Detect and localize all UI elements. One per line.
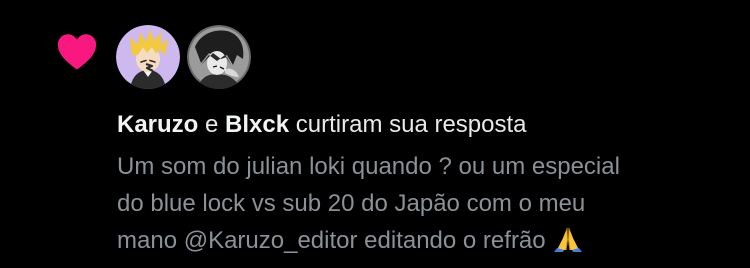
folded-hands-emoji [554, 227, 583, 252]
user-name-blxck[interactable]: Blxck [225, 111, 289, 138]
conjunction: e [205, 111, 219, 138]
reply-text: Um som do julian loki quando ? ou um esp… [117, 153, 620, 254]
karuzo-avatar[interactable] [116, 25, 180, 89]
heart-icon [57, 34, 97, 70]
action-text: curtiram sua resposta [295, 111, 527, 138]
user-name-karuzo[interactable]: Karuzo [117, 111, 198, 138]
notification-summary: Karuzo e Blxck curtiram sua resposta [117, 108, 737, 142]
reply-preview[interactable]: Um som do julian loki quando ? ou um esp… [117, 148, 737, 259]
like-notification[interactable]: Karuzo e Blxck curtiram sua resposta Um … [0, 0, 750, 268]
blxck-avatar[interactable] [187, 25, 251, 89]
